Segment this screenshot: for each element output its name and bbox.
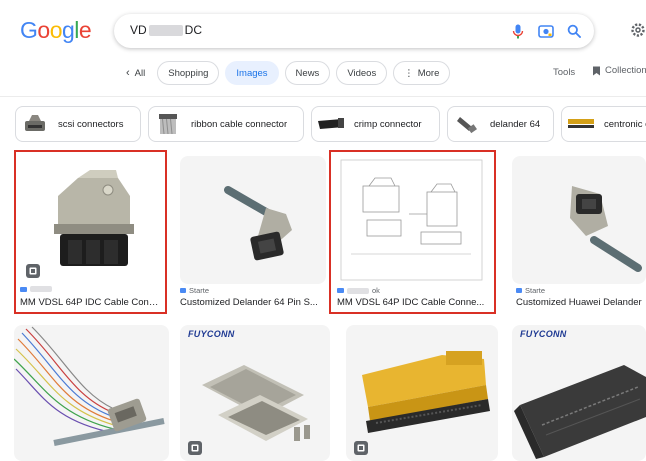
logo-letter: g [61, 17, 75, 43]
tab-label: Videos [347, 67, 377, 79]
collections-button[interactable]: Collection [592, 65, 646, 76]
connector-image [224, 186, 292, 261]
result-thumbnail[interactable] [180, 156, 326, 284]
connector-image [570, 186, 642, 272]
image-result[interactable]: FUYCONN [180, 325, 330, 461]
brand-watermark: FUYCONN [520, 329, 567, 339]
result-thumbnail[interactable] [180, 325, 330, 461]
chip-thumbnail [452, 111, 482, 137]
logo-letter: G [20, 17, 38, 43]
result-thumbnail[interactable] [20, 156, 161, 284]
tab-label: News [295, 67, 320, 79]
redacted-text [148, 25, 183, 37]
image-badge-icon [354, 441, 368, 455]
source-name: ok [372, 286, 380, 295]
image-result[interactable]: Starte Customized Huawei Delander [512, 150, 646, 314]
source-name: Starte [189, 286, 210, 295]
chip-thumbnail [566, 111, 596, 137]
tab-all[interactable]: ‹ All [120, 61, 152, 85]
search-tabs: ‹ All Shopping Images News Videos ⋮ More [120, 60, 451, 86]
tab-label: Shopping [168, 67, 209, 79]
tools-button[interactable]: Tools [553, 67, 575, 78]
chevron-left-icon: ‹ [126, 67, 130, 79]
result-thumbnail[interactable] [346, 325, 498, 461]
result-source[interactable]: ok [337, 286, 380, 295]
chip-label: crimp connector [354, 118, 422, 130]
logo-letter: o [37, 17, 50, 43]
site-favicon [180, 288, 186, 293]
search-input[interactable]: VD DC [130, 23, 202, 37]
result-thumbnail[interactable] [14, 325, 169, 461]
tab-shopping[interactable]: Shopping [157, 61, 220, 85]
collections-label: Collection [605, 65, 646, 76]
connector-image [202, 365, 310, 441]
chip-label: delander 64 [490, 118, 541, 130]
chip-label: centronic c [604, 118, 646, 130]
tab-images[interactable]: Images [225, 61, 279, 85]
image-badge-icon [26, 264, 40, 278]
gear-icon[interactable] [630, 22, 646, 38]
image-badge-icon [188, 441, 202, 455]
tab-label: All [134, 67, 146, 79]
chip-thumbnail [153, 111, 183, 137]
google-logo[interactable]: Google [20, 15, 92, 45]
bookmark-icon [593, 66, 600, 75]
related-chip[interactable]: scsi connectors [15, 106, 141, 142]
header-divider [0, 96, 646, 97]
related-chip[interactable]: delander 64 [447, 106, 554, 142]
chip-label: ribbon cable connector [191, 118, 288, 130]
connector-image [362, 351, 490, 433]
logo-letter: o [49, 17, 63, 43]
result-thumbnail[interactable] [512, 156, 646, 284]
result-source[interactable]: Starte [180, 286, 209, 295]
tab-label: More [417, 67, 440, 79]
image-result[interactable] [14, 325, 169, 461]
result-caption[interactable]: Customized Huawei Delander [516, 297, 646, 308]
result-thumbnail[interactable] [512, 325, 646, 461]
connector-image [54, 170, 134, 266]
image-result[interactable]: ok MM VDSL 64P IDC Cable Conne... [329, 150, 496, 314]
image-result[interactable] [346, 325, 498, 461]
technical-drawing-image [340, 159, 483, 281]
tab-news[interactable]: News [284, 61, 331, 85]
image-result[interactable]: MM VDSL 64P IDC Cable Conn... [14, 150, 167, 314]
redacted-text [347, 287, 369, 294]
result-source[interactable] [20, 286, 52, 292]
tab-more[interactable]: ⋮ More [393, 61, 451, 85]
site-favicon [20, 286, 27, 292]
result-source[interactable]: Starte [516, 286, 545, 295]
result-caption[interactable]: MM VDSL 64P IDC Cable Conn... [20, 297, 162, 308]
related-chip[interactable]: ribbon cable connector [148, 106, 304, 142]
search-icon[interactable] [566, 23, 582, 39]
site-favicon [516, 288, 522, 293]
camera-lens-icon[interactable] [538, 23, 554, 39]
brand-watermark: FUYCONN [188, 329, 235, 339]
search-query-suffix: DC [184, 23, 203, 37]
image-result[interactable]: FUYCONN [512, 325, 646, 461]
cable-harness-image [14, 326, 165, 446]
search-box[interactable]: VD DC [114, 14, 594, 48]
tab-label: Images [236, 67, 268, 79]
mic-icon[interactable] [510, 23, 526, 39]
search-query-prefix: VD [130, 23, 147, 37]
chip-thumbnail [316, 111, 346, 137]
redacted-text [30, 286, 52, 292]
related-chip[interactable]: crimp connector [311, 106, 440, 142]
image-result[interactable]: Starte Customized Delander 64 Pin S... [180, 150, 328, 314]
more-vert-icon: ⋮ [404, 67, 414, 79]
connector-image [514, 365, 646, 459]
chip-label: scsi connectors [58, 118, 124, 130]
result-thumbnail[interactable] [337, 156, 486, 284]
chip-thumbnail [20, 111, 50, 137]
site-favicon [337, 288, 344, 293]
result-caption[interactable]: Customized Delander 64 Pin S... [180, 297, 326, 308]
source-name: Starte [525, 286, 546, 295]
logo-letter: e [78, 17, 92, 43]
result-caption[interactable]: MM VDSL 64P IDC Cable Conne... [337, 297, 487, 308]
related-chip[interactable]: centronic c [561, 106, 646, 142]
tab-videos[interactable]: Videos [336, 61, 388, 85]
